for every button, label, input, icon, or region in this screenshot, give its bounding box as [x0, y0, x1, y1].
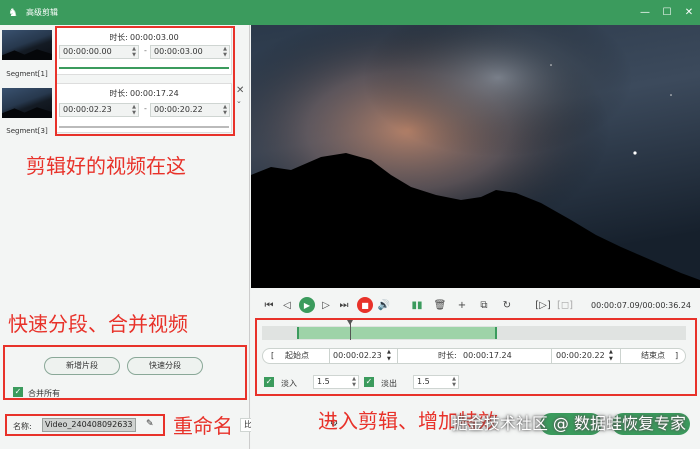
duration-label: 时长:: [438, 351, 457, 360]
spinner-icon[interactable]: ▲ ▼: [452, 376, 456, 388]
minimize-icon[interactable]: —: [634, 0, 656, 25]
end-bracket-icon[interactable]: ]: [675, 349, 678, 363]
segment-collapse-icon[interactable]: ⌄: [236, 97, 242, 105]
timeline-track[interactable]: [262, 320, 686, 340]
watermark: 掘金技术社区 @ 数据蛙恢复专家: [451, 414, 686, 433]
play-selection-icon[interactable]: [▷]: [535, 298, 551, 312]
name-label: 名称:: [13, 422, 32, 431]
spinner-icon[interactable]: ▲ ▼: [352, 376, 356, 388]
segment-start-input[interactable]: 00:00:00.00 ▲ ▼: [59, 45, 139, 59]
copy-icon[interactable]: ⧉: [477, 298, 491, 312]
add-icon[interactable]: +: [455, 298, 469, 312]
segment-label: Segment[1]: [6, 70, 48, 78]
quick-split-button[interactable]: 快速分段: [127, 357, 203, 375]
segment-start-input[interactable]: 00:00:02.23 ▲ ▼: [59, 103, 139, 117]
spinner-icon[interactable]: ▲ ▼: [223, 104, 227, 116]
reset-icon[interactable]: ↻: [500, 298, 514, 312]
split-icon[interactable]: ▮▮: [410, 298, 424, 312]
start-bracket-icon[interactable]: [: [271, 349, 274, 363]
fade-in-label: 淡入: [281, 379, 297, 388]
merge-all-checkbox[interactable]: ✓: [13, 387, 23, 397]
delete-icon[interactable]: 🗑: [433, 298, 447, 312]
merge-all-label: 合并所有: [28, 389, 60, 398]
segment-duration: 时长: 00:00:03.00: [109, 33, 179, 42]
window-title: 高级剪辑: [26, 8, 58, 17]
spinner-icon[interactable]: ▲ ▼: [609, 349, 613, 363]
spinner-icon[interactable]: ▲ ▼: [387, 349, 391, 363]
snapshot-icon[interactable]: [◻]: [557, 298, 573, 312]
range-dash: -: [144, 46, 147, 55]
maximize-icon[interactable]: ☐: [656, 0, 678, 25]
volume-icon[interactable]: 🔊: [377, 298, 391, 312]
stop-button[interactable]: ■: [357, 297, 373, 313]
end-time-input[interactable]: 00:00:20.22: [556, 349, 605, 363]
close-icon[interactable]: ✕: [678, 0, 700, 25]
new-segment-button[interactable]: 新增片段: [44, 357, 120, 375]
spinner-icon[interactable]: ▲ ▼: [132, 104, 136, 116]
segment-close-icon[interactable]: ✕: [236, 85, 244, 96]
go-to-start-icon[interactable]: ⏮: [262, 298, 276, 312]
fade-out-label: 淡出: [381, 379, 397, 388]
step-forward-icon[interactable]: ▷: [319, 298, 333, 312]
app-logo-icon: ♞: [8, 5, 18, 19]
segment-thumbnail[interactable]: [2, 30, 52, 60]
title-bar: ♞ 高级剪辑 — ☐ ✕: [0, 0, 700, 25]
segment-label: Segment[3]: [6, 127, 48, 135]
annotation-rename: 重命名: [173, 414, 233, 438]
edit-pencil-icon[interactable]: ✎: [146, 419, 154, 429]
segment-progress-bar: [59, 126, 229, 128]
segment-duration: 时长: 00:00:17.24: [109, 89, 179, 98]
fade-in-checkbox[interactable]: ✓: [264, 377, 274, 387]
play-button[interactable]: ▶: [299, 297, 315, 313]
fade-out-input[interactable]: 1.5 ▲ ▼: [413, 375, 459, 389]
timeline-playhead[interactable]: [346, 320, 353, 340]
fade-out-checkbox[interactable]: ✓: [364, 377, 374, 387]
set-start-button[interactable]: 起始点: [285, 349, 309, 363]
set-end-button[interactable]: 结束点: [641, 349, 665, 363]
name-input[interactable]: Video_240408092633: [42, 418, 136, 432]
video-preview[interactable]: [251, 25, 700, 288]
playback-time: 00:00:07.09/00:00:36.24: [591, 301, 691, 310]
duration-value: 00:00:17.24: [463, 351, 512, 360]
range-dash: -: [144, 104, 147, 113]
start-time-input[interactable]: 00:00:02.23: [333, 349, 382, 363]
segment-end-input[interactable]: 00:00:20.22 ▲ ▼: [150, 103, 230, 117]
spinner-icon[interactable]: ▲ ▼: [223, 46, 227, 58]
annotation-clips-here: 剪辑好的视频在这: [26, 154, 186, 178]
go-to-end-icon[interactable]: ⏭: [337, 298, 351, 312]
segment-progress-bar: [59, 67, 229, 69]
segment-end-input[interactable]: 00:00:03.00 ▲ ▼: [150, 45, 230, 59]
step-back-icon[interactable]: ◁: [280, 298, 294, 312]
window-controls: — ☐ ✕: [634, 0, 700, 25]
segment-thumbnail[interactable]: [2, 88, 52, 118]
fade-in-input[interactable]: 1.5 ▲ ▼: [313, 375, 359, 389]
timeline-selection[interactable]: [297, 327, 498, 339]
annotation-split-merge: 快速分段、合并视频: [8, 312, 188, 336]
video-frame: [251, 25, 700, 288]
spinner-icon[interactable]: ▲ ▼: [132, 46, 136, 58]
trim-controls: [ 起始点 00:00:02.23 ▲ ▼ 时长: 00:00:17.24 00:…: [262, 348, 686, 364]
